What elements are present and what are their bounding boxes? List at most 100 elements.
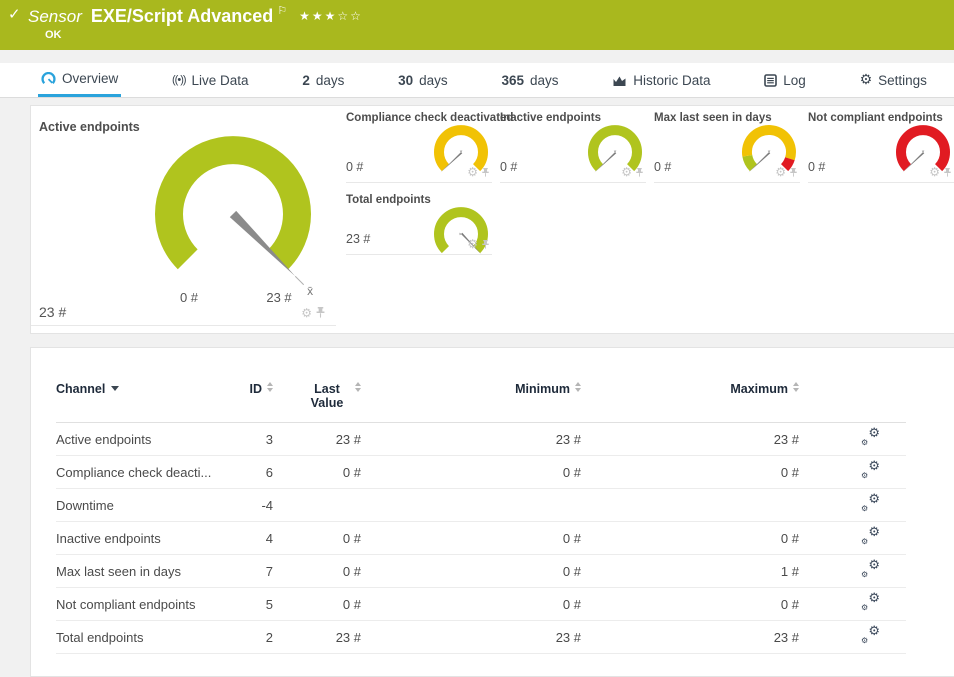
maximum-value: 0 # [581, 456, 799, 489]
tab-2-days[interactable]: 2days [299, 63, 347, 97]
column-header-actions [799, 382, 906, 423]
minimum-value: 23 # [361, 423, 581, 456]
channel-name: Total endpoints [56, 621, 226, 654]
pin-icon[interactable] [943, 167, 952, 178]
pin-icon[interactable] [315, 306, 326, 319]
gear-icon[interactable]: ⚙ [467, 238, 478, 250]
column-header-channel[interactable]: Channel [56, 382, 226, 423]
column-header-maximum[interactable]: Maximum [581, 382, 799, 423]
priority-stars[interactable]: ★★★☆☆ [299, 9, 363, 23]
channel-name: Inactive endpoints [56, 522, 226, 555]
flag-icon[interactable]: ⚐ [277, 4, 287, 17]
gauge-tile-not-compliant-endpoints: Not compliant endpoints 0 # ⚙ [808, 106, 954, 183]
channel-name: Active endpoints [56, 423, 226, 456]
pin-icon[interactable] [481, 239, 490, 250]
gauges-panel: Active endpoints x̄0 #23 # 23 # ⚙ Compli… [30, 105, 954, 334]
tab-log[interactable]: Log [761, 63, 809, 97]
tab-label: Overview [62, 71, 118, 86]
gear-icon[interactable]: ⚙ [621, 166, 632, 178]
channel-id: 2 [226, 621, 273, 654]
column-header-last-value[interactable]: Last Value [273, 382, 361, 423]
tab-settings[interactable]: ⚙ Settings [857, 63, 930, 97]
channel-settings-icon[interactable]: ⚙⚙ [861, 561, 880, 578]
area-chart-icon [612, 74, 627, 87]
gauge-value: 0 # [346, 160, 363, 174]
channel-id: 5 [226, 588, 273, 621]
tab-30-days[interactable]: 30days [395, 63, 451, 97]
maximum-value [581, 489, 799, 522]
page-title: EXE/Script Advanced [91, 6, 273, 26]
row-actions: ⚙⚙ [799, 456, 906, 489]
maximum-value: 23 # [581, 423, 799, 456]
tab-label-number: 30 [398, 73, 413, 88]
tab-label-number: 2 [302, 73, 310, 88]
gauge-tile-compliance-check-deactivated: Compliance check deactivated 0 # ⚙ [346, 106, 492, 183]
tab-live-data[interactable]: ((•))Live Data [169, 63, 252, 97]
channel-settings-icon[interactable]: ⚙⚙ [861, 594, 880, 611]
tab-label: days [530, 73, 559, 88]
gauge-value: 0 # [654, 160, 671, 174]
channel-settings-icon[interactable]: ⚙⚙ [861, 627, 880, 644]
column-header-id[interactable]: ID [226, 382, 273, 423]
last-value: 23 # [273, 621, 361, 654]
tab-label: Log [783, 73, 806, 88]
tab-365-days[interactable]: 365days [498, 63, 561, 97]
svg-text:0 #: 0 # [180, 290, 199, 305]
tab-historic-data[interactable]: Historic Data [609, 63, 713, 97]
svg-text:23 #: 23 # [266, 290, 292, 305]
row-actions: ⚙⚙ [799, 489, 906, 522]
last-value: 0 # [273, 555, 361, 588]
row-actions: ⚙⚙ [799, 522, 906, 555]
ok-check-icon: ✓ [8, 5, 21, 23]
sort-icon [575, 382, 581, 392]
pin-icon[interactable] [789, 167, 798, 178]
sort-icon [267, 382, 273, 392]
maximum-value: 23 # [581, 621, 799, 654]
gear-icon[interactable]: ⚙ [301, 307, 312, 319]
tab-overview[interactable]: Overview [38, 63, 121, 97]
channel-name: Not compliant endpoints [56, 588, 226, 621]
gauge-title: Active endpoints [39, 120, 140, 134]
gear-icon: ⚙ [860, 73, 873, 87]
column-header-minimum[interactable]: Minimum [361, 382, 581, 423]
table-row-total-endpoints: Total endpoints223 #23 #23 #⚙⚙ [56, 621, 906, 654]
channel-id: 3 [226, 423, 273, 456]
tab-label: Historic Data [633, 73, 710, 88]
object-kind-label: Sensor [28, 7, 82, 26]
channel-settings-icon[interactable]: ⚙⚙ [861, 528, 880, 545]
pin-icon[interactable] [635, 167, 644, 178]
gauge-tile-max-last-seen-in-days: Max last seen in days 0 # ⚙ [654, 106, 800, 183]
row-actions: ⚙⚙ [799, 588, 906, 621]
gauge-value: 0 # [500, 160, 517, 174]
channel-id: 4 [226, 522, 273, 555]
minimum-value: 0 # [361, 456, 581, 489]
channel-settings-icon[interactable]: ⚙⚙ [861, 462, 880, 479]
channel-settings-icon[interactable]: ⚙⚙ [861, 429, 880, 446]
tab-bar: Overview((•))Live Data2days30days365days… [0, 63, 954, 98]
last-value: 23 # [273, 423, 361, 456]
gauge-chart: x̄0 #23 # [133, 114, 333, 314]
pin-icon[interactable] [481, 167, 490, 178]
channel-settings-icon[interactable]: ⚙⚙ [861, 495, 880, 512]
sort-icon [355, 382, 361, 392]
table-row-not-compliant-endpoints: Not compliant endpoints50 #0 #0 #⚙⚙ [56, 588, 906, 621]
last-value: 0 # [273, 456, 361, 489]
broadcast-icon: ((•)) [172, 74, 186, 86]
sort-desc-icon [111, 386, 119, 391]
minimum-value: 0 # [361, 522, 581, 555]
tab-label: Settings [878, 73, 927, 88]
row-actions: ⚙⚙ [799, 621, 906, 654]
channel-name: Max last seen in days [56, 555, 226, 588]
row-actions: ⚙⚙ [799, 423, 906, 456]
gear-icon[interactable]: ⚙ [929, 166, 940, 178]
spacer-strip [0, 50, 954, 63]
channel-table-panel: ChannelIDLast ValueMinimumMaximum Active… [30, 347, 954, 677]
gear-icon[interactable]: ⚙ [467, 166, 478, 178]
channel-id: -4 [226, 489, 273, 522]
maximum-value: 1 # [581, 555, 799, 588]
channel-name: Downtime [56, 489, 226, 522]
gear-icon[interactable]: ⚙ [775, 166, 786, 178]
table-row-compliance-check-deacti-: Compliance check deacti...60 #0 #0 #⚙⚙ [56, 456, 906, 489]
log-list-icon [764, 74, 777, 87]
channel-name: Compliance check deacti... [56, 456, 226, 489]
